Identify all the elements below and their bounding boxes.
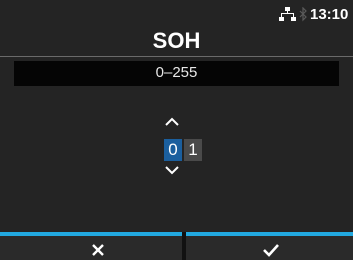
title-divider xyxy=(0,56,353,57)
page-title: SOH xyxy=(152,28,201,53)
clock: 13:10 xyxy=(310,6,349,23)
checkmark-icon xyxy=(263,244,279,257)
network-icon xyxy=(279,7,296,21)
chevron-down-icon[interactable] xyxy=(164,165,180,175)
range-band: 0–255 xyxy=(14,61,339,86)
confirm-button[interactable] xyxy=(186,232,353,260)
status-bar: 13:10 xyxy=(0,0,353,30)
digit-selected[interactable]: 0 xyxy=(164,139,182,161)
cancel-button[interactable] xyxy=(14,232,182,260)
chevron-up-icon[interactable] xyxy=(164,117,180,127)
softkey-bar-edge xyxy=(0,232,14,260)
screen: 13:10 SOH 0–255 0 1 xyxy=(0,0,353,260)
bluetooth-icon xyxy=(299,7,307,22)
digit[interactable]: 1 xyxy=(184,139,202,161)
close-icon xyxy=(92,244,104,256)
range-text: 0–255 xyxy=(155,64,198,81)
